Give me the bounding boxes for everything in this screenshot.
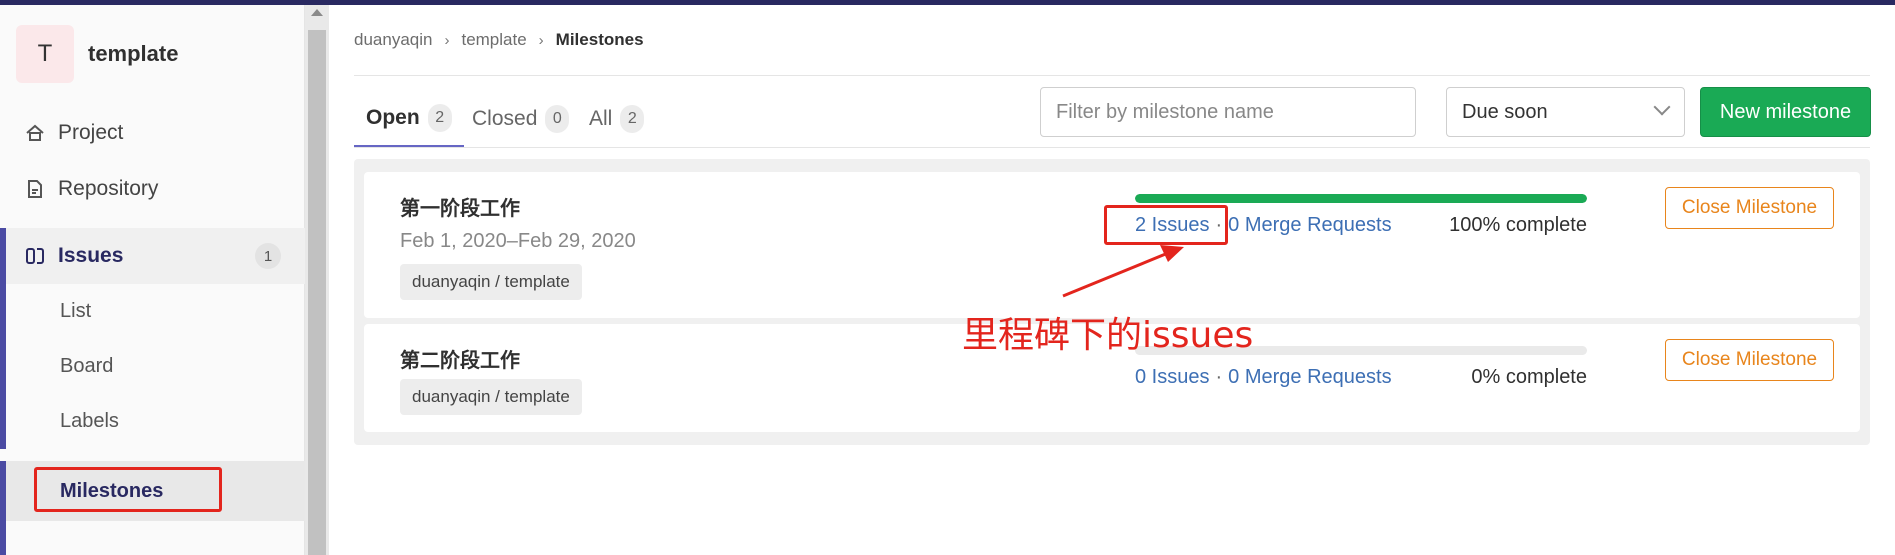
annotation-arrow-icon <box>1062 245 1184 298</box>
annotation-label: 里程碑下的issues <box>962 315 1254 356</box>
